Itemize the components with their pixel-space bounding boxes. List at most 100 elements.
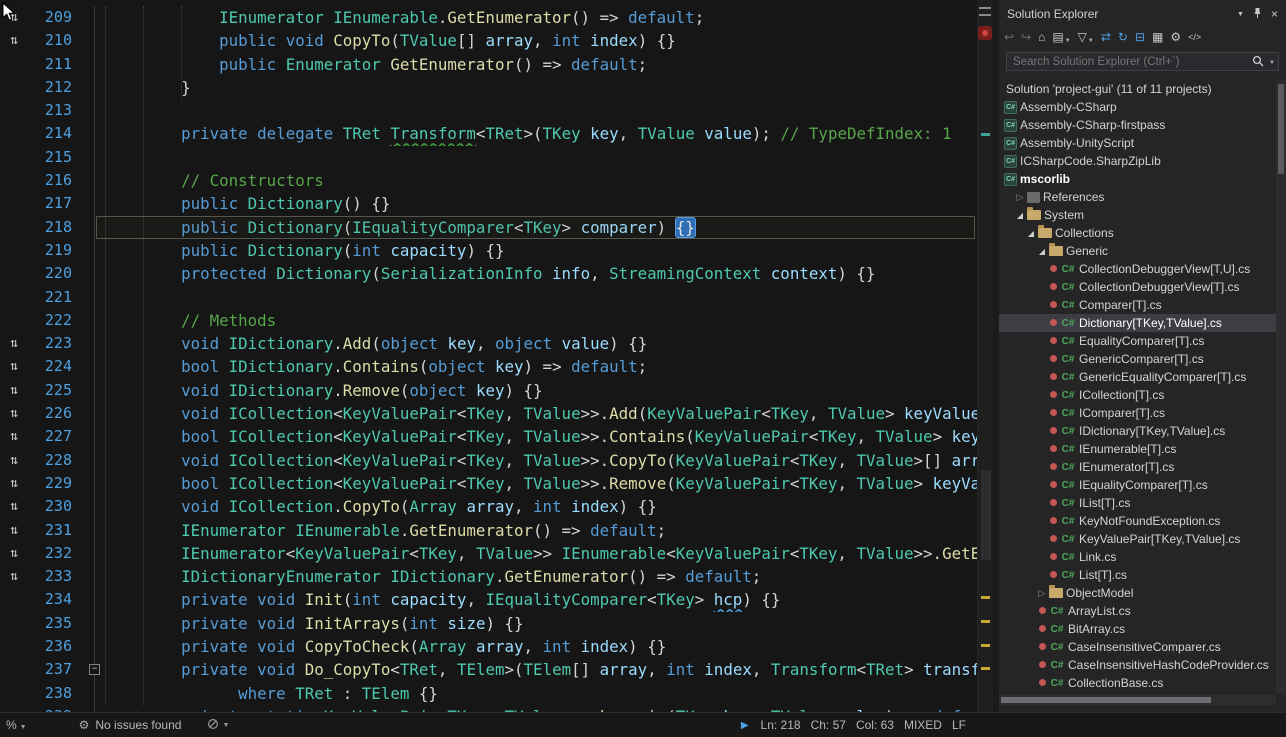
line-number[interactable]: 214 (28, 122, 72, 145)
line-ending-indicator[interactable]: LF (952, 718, 966, 732)
code-line[interactable]: 234private void Init(int capacity, IEqua… (0, 588, 977, 611)
tree-item[interactable]: ◢Generic (999, 242, 1276, 260)
line-number[interactable]: 219 (28, 239, 72, 262)
reference-indicator-icon[interactable]: ⇅ (0, 425, 28, 448)
code-line[interactable]: 239private static KeyValuePair<TKey, TVa… (0, 705, 977, 712)
tree-horizontal-scrollbar[interactable] (999, 695, 1276, 705)
code-line[interactable]: 236private void CopyToCheck(Array array,… (0, 635, 977, 658)
properties-icon[interactable]: ⚙ (1170, 30, 1181, 44)
tree-item[interactable]: C#BitArray.cs (999, 620, 1276, 638)
code-editor[interactable]: ⇅209IEnumerator IEnumerable.GetEnumerato… (0, 0, 977, 712)
code-line[interactable]: 217public Dictionary() {} (0, 192, 977, 215)
line-number[interactable]: 215 (28, 146, 72, 169)
code-line[interactable]: ⇅225void IDictionary.Remove(object key) … (0, 379, 977, 402)
tree-item[interactable]: C#CollectionDebuggerView[T,U].cs (999, 260, 1276, 278)
notifications-control[interactable]: ▼ (207, 718, 229, 733)
line-number[interactable]: 222 (28, 309, 72, 332)
tree-item[interactable]: C#Comparer[T].cs (999, 296, 1276, 314)
line-number[interactable]: 236 (28, 635, 72, 658)
reference-indicator-icon[interactable]: ⇅ (0, 379, 28, 402)
code-line[interactable]: ⇅210public void CopyTo(TValue[] array, i… (0, 29, 977, 52)
tree-item[interactable]: C#CollectionDebuggerView[T].cs (999, 278, 1276, 296)
char-indicator[interactable]: Ch: 57 (811, 718, 846, 732)
line-number[interactable]: 216 (28, 169, 72, 192)
tree-item[interactable]: ▷ObjectModel (999, 584, 1276, 602)
tree-item[interactable]: C#Assembly-CSharp (999, 98, 1276, 116)
line-number[interactable]: 230 (28, 495, 72, 518)
line-number[interactable]: 224 (28, 355, 72, 378)
code-line[interactable]: 218public Dictionary(IEqualityComparer<T… (0, 216, 977, 239)
scrollbar-thumb[interactable] (1001, 697, 1211, 703)
code-line[interactable]: ⇅229bool ICollection<KeyValuePair<TKey, … (0, 472, 977, 495)
switch-views-icon[interactable]: ▤▼ (1052, 30, 1070, 44)
issues-indicator[interactable]: ⚙ No issues found (79, 718, 182, 732)
code-line[interactable]: 222// Methods (0, 309, 977, 332)
expanded-arrow-icon[interactable]: ◢ (1025, 229, 1037, 238)
refresh-icon[interactable]: ↻ (1118, 30, 1128, 44)
reference-indicator-icon[interactable]: ⇅ (0, 355, 28, 378)
tree-item[interactable]: ▷References (999, 188, 1276, 206)
close-icon[interactable]: × (1271, 7, 1278, 21)
code-line[interactable]: ⇅228void ICollection<KeyValuePair<TKey, … (0, 449, 977, 472)
line-number[interactable]: 212 (28, 76, 72, 99)
code-line[interactable]: 219public Dictionary(int capacity) {} (0, 239, 977, 262)
reference-indicator-icon[interactable]: ⇅ (0, 29, 28, 52)
line-number[interactable]: 226 (28, 402, 72, 425)
scrollbar-thumb[interactable] (981, 470, 991, 560)
tree-item[interactable]: Solution 'project-gui' (11 of 11 project… (999, 80, 1276, 98)
tree-item[interactable]: C#List[T].cs (999, 566, 1276, 584)
tree-item[interactable]: C#IComparer[T].cs (999, 404, 1276, 422)
code-line[interactable]: 212} (0, 76, 977, 99)
tree-item[interactable]: C#KeyValuePair[TKey,TValue].cs (999, 530, 1276, 548)
home-icon[interactable]: ⌂ (1038, 30, 1045, 44)
reference-indicator-icon[interactable]: ⇅ (0, 495, 28, 518)
editor-vertical-scrollbar[interactable] (977, 0, 993, 712)
tree-item[interactable]: ◢Collections (999, 224, 1276, 242)
tree-item[interactable]: C#ICSharpCode.SharpZipLib (999, 152, 1276, 170)
expanded-arrow-icon[interactable]: ◢ (1014, 211, 1026, 220)
filter-icon[interactable]: ▽▼ (1078, 30, 1094, 44)
tree-item[interactable]: C#Link.cs (999, 548, 1276, 566)
reference-indicator-icon[interactable]: ⇅ (0, 542, 28, 565)
line-number[interactable]: 209 (28, 6, 72, 29)
tree-item[interactable]: C#mscorlib (999, 170, 1276, 188)
tree-vertical-scrollbar[interactable] (1276, 80, 1286, 693)
code-line[interactable]: ⇅209IEnumerator IEnumerable.GetEnumerato… (0, 6, 977, 29)
tree-item[interactable]: C#Dictionary[TKey,TValue].cs (999, 314, 1276, 332)
fold-collapse-button[interactable]: − (89, 664, 100, 675)
back-icon[interactable]: ↩ (1004, 30, 1014, 44)
tree-item[interactable]: C#GenericComparer[T].cs (999, 350, 1276, 368)
reference-indicator-icon[interactable]: ⇅ (0, 472, 28, 495)
code-line[interactable]: 216// Constructors (0, 169, 977, 192)
tree-item[interactable]: C#CaseInsensitiveComparer.cs (999, 638, 1276, 656)
tree-item[interactable]: C#CaseInsensitiveHashCodeProvider.cs (999, 656, 1276, 674)
line-number[interactable]: 232 (28, 542, 72, 565)
pin-icon[interactable] (1253, 7, 1262, 22)
line-number[interactable]: 229 (28, 472, 72, 495)
tree-item[interactable]: C#Assembly-CSharp-firstpass (999, 116, 1276, 134)
chevron-down-icon[interactable]: ▼ (1269, 60, 1275, 66)
tree-item[interactable]: C#CollectionBase.cs (999, 674, 1276, 692)
reference-indicator-icon[interactable]: ⇅ (0, 449, 28, 472)
line-number[interactable]: 217 (28, 192, 72, 215)
code-line[interactable]: 214private delegate TRet Transform<TRet>… (0, 122, 977, 145)
code-line[interactable]: 211public Enumerator GetEnumerator() => … (0, 53, 977, 76)
preview-code-icon[interactable]: </> (1188, 32, 1201, 42)
line-number[interactable]: 220 (28, 262, 72, 285)
scrollbar-thumb[interactable] (1278, 84, 1284, 174)
reference-indicator-icon[interactable]: ⇅ (0, 402, 28, 425)
line-number[interactable]: 233 (28, 565, 72, 588)
tree-item[interactable]: C#IEnumerator[T].cs (999, 458, 1276, 476)
code-line[interactable]: 221 (0, 286, 977, 309)
tree-item[interactable]: C#IEnumerable[T].cs (999, 440, 1276, 458)
line-number[interactable]: 223 (28, 332, 72, 355)
code-line[interactable]: ⇅230void ICollection.CopyTo(Array array,… (0, 495, 977, 518)
line-number[interactable]: 239 (28, 705, 72, 712)
reference-indicator-icon[interactable]: ⇅ (0, 519, 28, 542)
line-number[interactable]: 231 (28, 519, 72, 542)
code-line[interactable]: 237−private void Do_CopyTo<TRet, TElem>(… (0, 658, 977, 681)
line-number[interactable]: 234 (28, 588, 72, 611)
tree-item[interactable]: C#IList[T].cs (999, 494, 1276, 512)
code-line[interactable]: 215 (0, 146, 977, 169)
encoding-indicator[interactable]: MIXED (904, 718, 942, 732)
